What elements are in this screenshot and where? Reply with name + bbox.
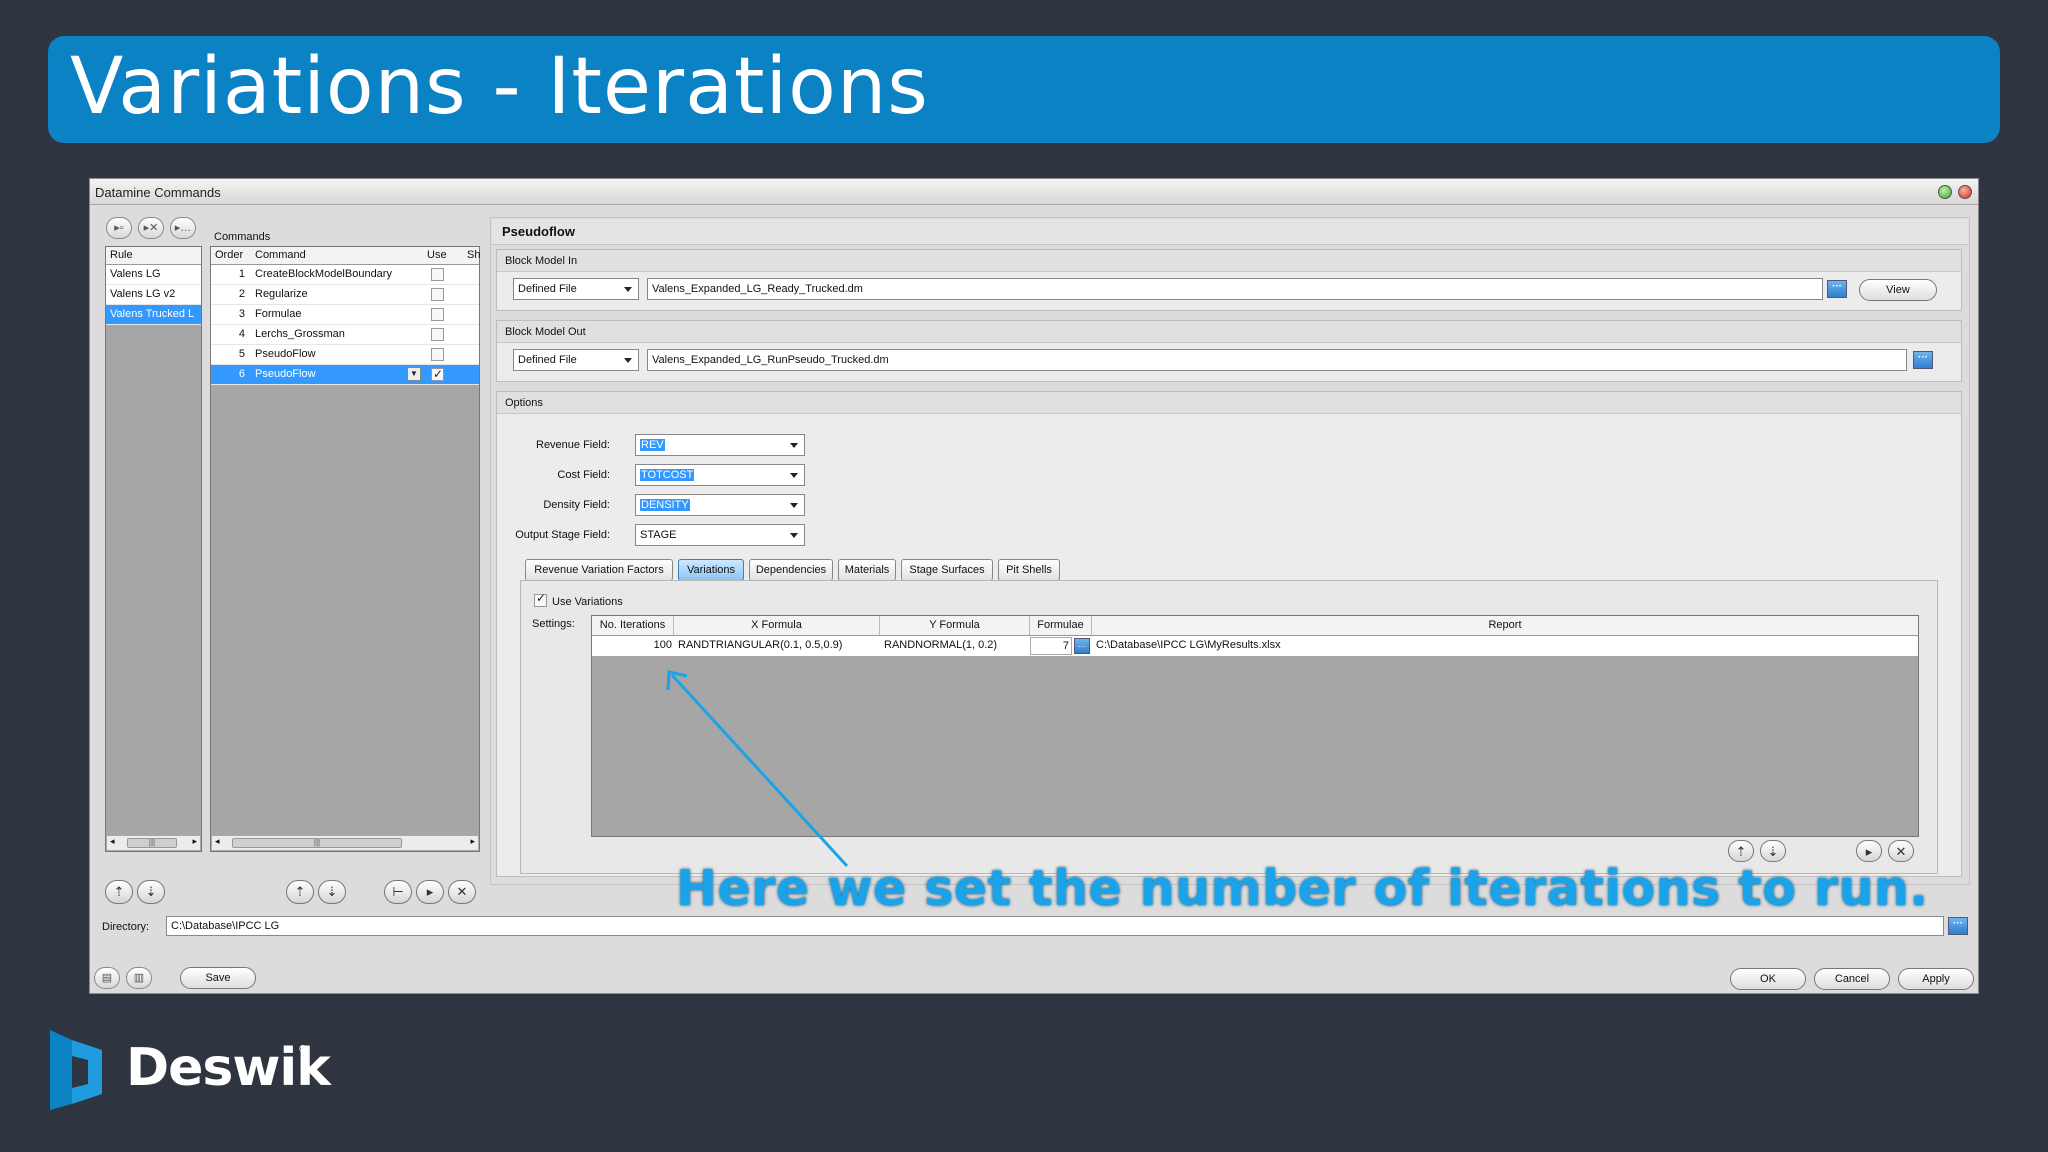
annotation-caption: Here we set the number of iterations to … — [676, 860, 1929, 917]
logo-registered-mark: ® — [298, 1044, 308, 1055]
deswik-logo: Deswik ® — [50, 1030, 331, 1110]
deswik-logo-mark — [50, 1030, 102, 1110]
annotation-arrow — [666, 670, 849, 868]
